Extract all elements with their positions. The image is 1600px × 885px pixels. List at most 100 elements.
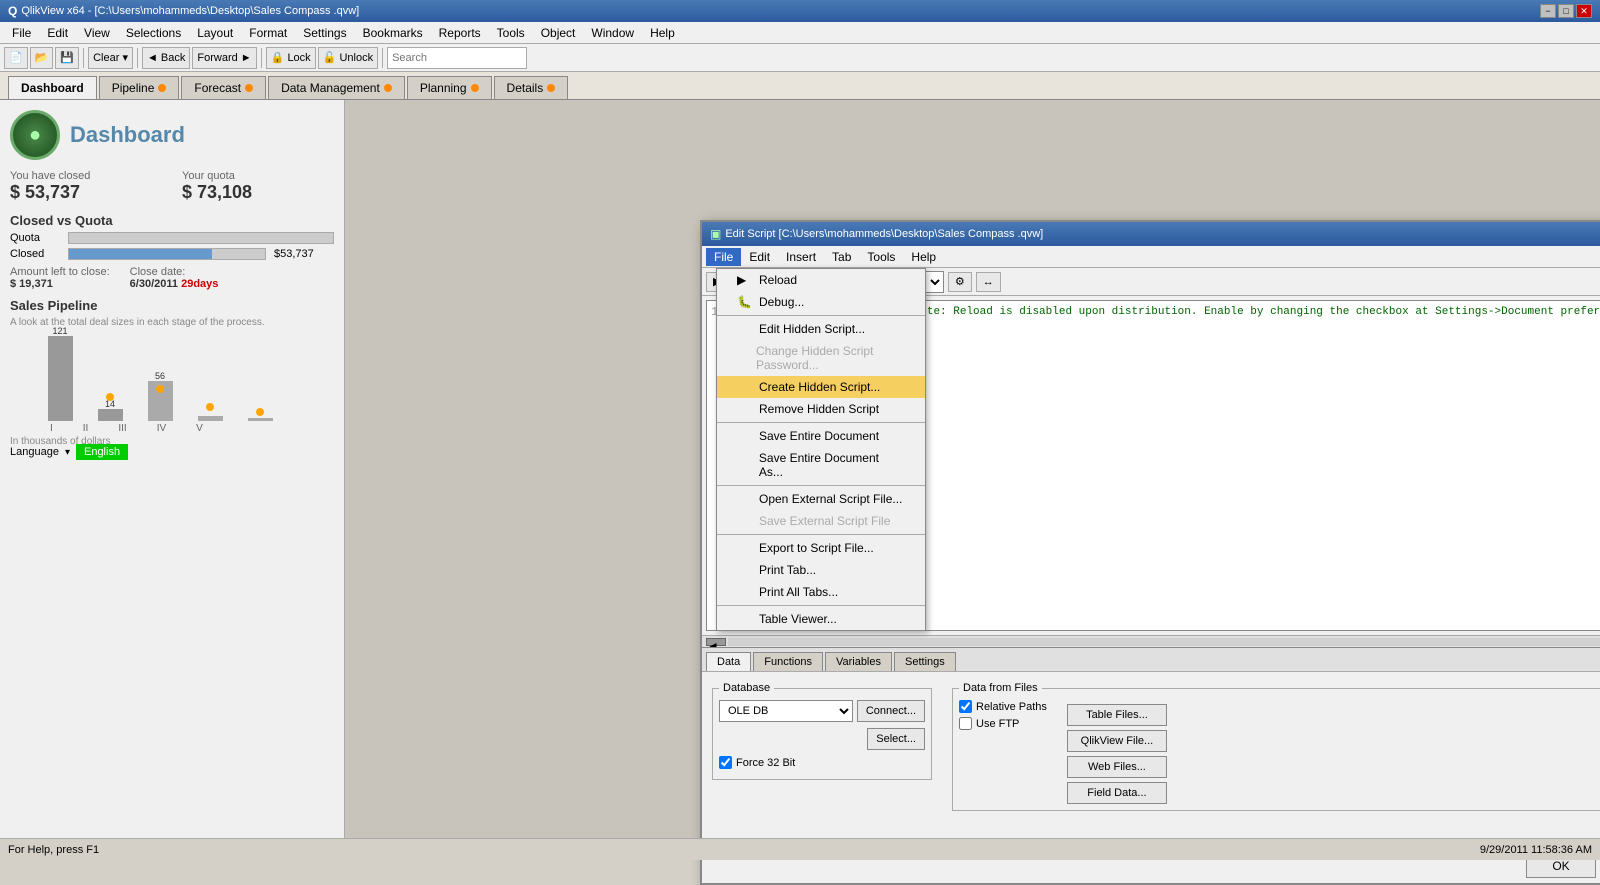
tab-pipeline[interactable]: Pipeline: [99, 76, 180, 99]
bottom-tabs: Data Functions Variables Settings: [702, 648, 1600, 672]
menu-item-reload[interactable]: ▶ Reload: [717, 269, 925, 291]
menu-tools[interactable]: Tools: [489, 24, 533, 42]
menu-item-save-doc[interactable]: Save Entire Document: [717, 425, 925, 447]
dialog-menu-insert[interactable]: Insert: [778, 248, 824, 266]
menu-item-remove-hidden[interactable]: Remove Hidden Script: [717, 398, 925, 420]
chart-container: 121 100 50 0 121 14 56: [10, 336, 334, 434]
data-files-fieldset: Data from Files Relative Paths: [952, 682, 1600, 811]
quota-progress-row: Quota: [10, 232, 334, 244]
menu-item-open-external[interactable]: Open External Script File...: [717, 488, 925, 510]
menu-selections[interactable]: Selections: [118, 24, 189, 42]
connect-button[interactable]: Connect...: [857, 700, 925, 722]
bottom-tab-functions[interactable]: Functions: [753, 652, 823, 671]
tab-details-dot: [547, 84, 555, 92]
search-input[interactable]: [387, 47, 527, 69]
closed-vs-quota-title: Closed vs Quota: [10, 213, 334, 228]
tab-add-button[interactable]: ↔: [976, 272, 1001, 292]
reload-icon: ▶: [737, 273, 753, 287]
select-button[interactable]: Select...: [867, 728, 925, 750]
file-dropdown-menu: ▶ Reload 🐛 Debug... Edit Hidden Script..…: [716, 268, 926, 631]
dialog-menu-help[interactable]: Help: [903, 248, 944, 266]
dialog-menu-file[interactable]: File: [706, 248, 741, 266]
close-date-label: Close date:: [130, 266, 219, 278]
menu-window[interactable]: Window: [583, 24, 642, 42]
scroll-left-button[interactable]: ◄: [706, 638, 726, 646]
maximize-button[interactable]: □: [1558, 4, 1574, 18]
tab-dashboard[interactable]: Dashboard: [8, 76, 97, 99]
menu-item-edit-hidden[interactable]: Edit Hidden Script...: [717, 318, 925, 340]
amount-left-value: $ 19,371: [10, 278, 110, 290]
menu-item-print-tab[interactable]: Print Tab...: [717, 559, 925, 581]
close-button[interactable]: ✕: [1576, 4, 1592, 18]
relative-paths-checkbox[interactable]: [959, 700, 972, 713]
tab-planning[interactable]: Planning: [407, 76, 492, 99]
database-select[interactable]: OLE DB: [719, 700, 853, 722]
title-bar: Q QlikView x64 - [C:\Users\mohammeds\Des…: [0, 0, 1600, 22]
database-legend: Database: [719, 682, 774, 694]
bottom-tab-data[interactable]: Data: [706, 652, 751, 671]
force32-checkbox[interactable]: [719, 756, 732, 769]
bottom-tab-variables[interactable]: Variables: [825, 652, 892, 671]
dialog-menu-bar: File Edit Insert Tab Tools Help: [702, 246, 1600, 268]
menu-bookmarks[interactable]: Bookmarks: [355, 24, 431, 42]
menu-help[interactable]: Help: [642, 24, 683, 42]
field-data-button[interactable]: Field Data...: [1067, 782, 1167, 804]
toolbar-separator-3: [261, 48, 262, 68]
menu-layout[interactable]: Layout: [189, 24, 241, 42]
chart-labels: I II III IV V: [45, 423, 334, 434]
dropdown-sep-4: [717, 534, 925, 535]
menu-object[interactable]: Object: [533, 24, 584, 42]
bottom-content: Database OLE DB Connect... Select...: [702, 672, 1600, 821]
closed-label: You have closed: [10, 170, 162, 182]
dialog-menu-tools[interactable]: Tools: [859, 248, 903, 266]
chart-note: In thousands of dollars: [10, 436, 334, 447]
lock-button[interactable]: 🔒 Lock: [266, 47, 316, 69]
menu-format[interactable]: Format: [241, 24, 295, 42]
menu-view[interactable]: View: [76, 24, 118, 42]
table-files-button[interactable]: Table Files...: [1067, 704, 1167, 726]
tab-settings-button[interactable]: ⚙: [948, 272, 972, 292]
data-files-legend: Data from Files: [959, 682, 1042, 694]
app-icon: Q: [8, 4, 17, 18]
minimize-button[interactable]: −: [1540, 4, 1556, 18]
use-ftp-checkbox[interactable]: [959, 717, 972, 730]
menu-item-debug[interactable]: 🐛 Debug...: [717, 291, 925, 313]
menu-item-save-doc-as[interactable]: Save Entire Document As...: [717, 447, 925, 483]
save-button[interactable]: 💾: [55, 47, 79, 69]
menu-item-print-all-tabs[interactable]: Print All Tabs...: [717, 581, 925, 603]
debug-icon: 🐛: [737, 295, 753, 309]
status-right: 9/29/2011 11:58:36 AM: [1480, 844, 1592, 856]
closed-value: $ 53,737: [10, 182, 162, 203]
dialog-title: Edit Script [C:\Users\mohammeds\Desktop\…: [725, 228, 1043, 240]
dialog-menu-tab[interactable]: Tab: [824, 248, 859, 266]
menu-item-export-script[interactable]: Export to Script File...: [717, 537, 925, 559]
menu-item-table-viewer[interactable]: Table Viewer...: [717, 608, 925, 630]
data-files-section: Data from Files Relative Paths: [952, 682, 1600, 811]
menu-edit[interactable]: Edit: [39, 24, 76, 42]
tab-details[interactable]: Details: [494, 76, 569, 99]
bar-2: [98, 409, 123, 421]
close-date-item: Close date: 6/30/2011 29days: [130, 266, 219, 290]
scroll-bar-area[interactable]: ◄ ►: [702, 635, 1600, 647]
closed-progress-bg: [68, 248, 266, 260]
clear-button[interactable]: Clear ▾: [88, 47, 133, 69]
unlock-button[interactable]: 🔓 Unlock: [318, 47, 378, 69]
close-date-value: 6/30/2011 29days: [130, 278, 219, 290]
qlikview-file-button[interactable]: QlikView File...: [1067, 730, 1167, 752]
amount-left-item: Amount left to close: $ 19,371: [10, 266, 110, 290]
web-files-button[interactable]: Web Files...: [1067, 756, 1167, 778]
back-button[interactable]: ◄ Back: [142, 47, 190, 69]
dialog-title-bar: ▣ Edit Script [C:\Users\mohammeds\Deskto…: [702, 222, 1600, 246]
menu-file[interactable]: File: [4, 24, 39, 42]
dialog-menu-edit[interactable]: Edit: [741, 248, 778, 266]
status-left: For Help, press F1: [8, 844, 99, 856]
tab-forecast[interactable]: Forecast: [181, 76, 266, 99]
open-button[interactable]: 📂: [30, 47, 54, 69]
menu-item-create-hidden[interactable]: Create Hidden Script...: [717, 376, 925, 398]
tab-data-management[interactable]: Data Management: [268, 76, 405, 99]
menu-settings[interactable]: Settings: [295, 24, 354, 42]
menu-reports[interactable]: Reports: [431, 24, 489, 42]
forward-button[interactable]: Forward ►: [192, 47, 256, 69]
new-button[interactable]: 📄: [4, 47, 28, 69]
bottom-tab-settings[interactable]: Settings: [894, 652, 956, 671]
